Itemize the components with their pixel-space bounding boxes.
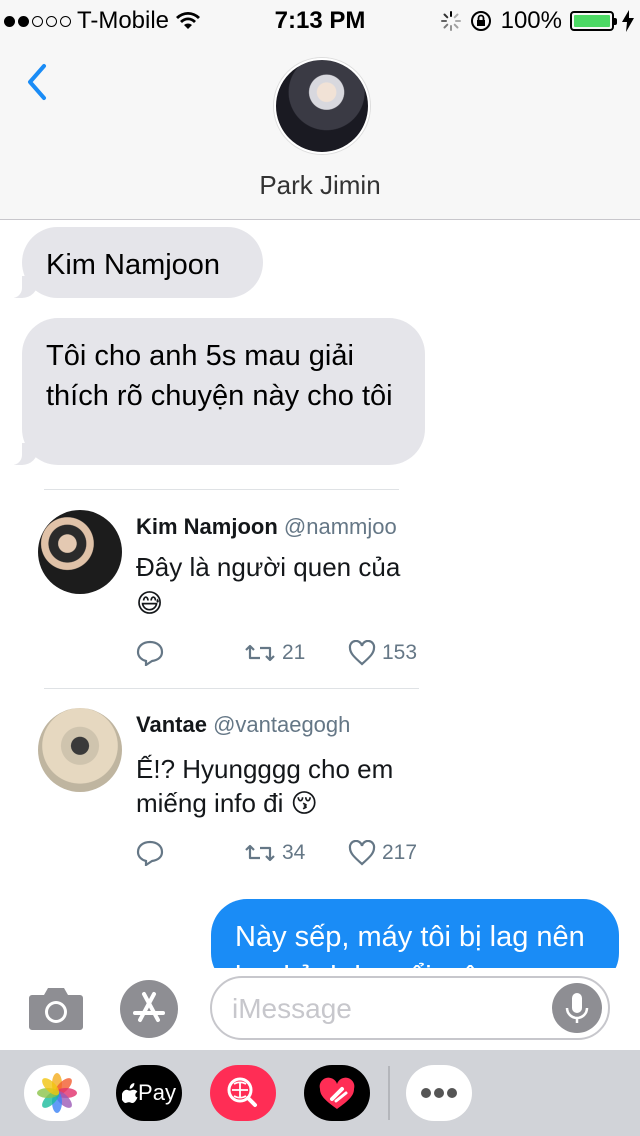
dictation-button[interactable] <box>552 983 602 1033</box>
imessage-app-drawer: Pay <box>0 1050 640 1136</box>
battery-icon <box>570 11 617 31</box>
tweet-text-line: Ế!? Hyungggg cho em <box>136 752 420 786</box>
more-icon <box>421 1088 457 1098</box>
like-button[interactable]: 217 <box>348 840 417 866</box>
apple-pay-button[interactable]: Pay <box>116 1065 182 1121</box>
reply-icon <box>136 840 164 866</box>
drawer-separator <box>388 1066 390 1120</box>
message-field[interactable] <box>210 976 610 1040</box>
apple-icon <box>122 1083 138 1103</box>
tweet-author-name: Vantae <box>136 712 207 737</box>
images-search-icon <box>227 1077 257 1107</box>
reply-button[interactable] <box>136 840 244 866</box>
chevron-left-icon <box>28 64 46 100</box>
received-message-bubble[interactable]: Tôi cho anh 5s mau giải thích rõ chuyện … <box>8 318 425 465</box>
camera-icon <box>29 988 83 1030</box>
digital-touch-icon <box>319 1077 355 1109</box>
digital-touch-app-button[interactable] <box>304 1065 370 1121</box>
message-text: Kim Namjoon <box>46 249 221 281</box>
reply-button[interactable] <box>136 640 244 666</box>
retweet-icon <box>245 844 275 862</box>
like-button[interactable]: 153 <box>348 640 417 666</box>
photos-app-button[interactable] <box>24 1065 90 1121</box>
tweet-header: Vantae @vantaegogh <box>136 712 420 738</box>
tweet-emoji: 😚 <box>290 788 318 818</box>
heart-icon <box>348 640 376 666</box>
reply-icon <box>136 640 164 666</box>
tweet-avatar[interactable] <box>38 708 122 792</box>
tweet-text-line: miếng info đi 😚 <box>136 786 420 820</box>
retweet-icon <box>245 644 275 662</box>
heart-icon <box>348 840 376 866</box>
divider <box>44 489 399 490</box>
more-apps-button[interactable] <box>406 1065 472 1121</box>
compose-bar <box>0 968 640 1050</box>
like-count: 153 <box>382 641 418 664</box>
retweet-count: 34 <box>282 841 306 864</box>
divider <box>44 688 419 689</box>
received-message-bubble[interactable]: Kim Namjoon <box>8 227 263 298</box>
tweet-header: Kim Namjoon @nammjoo <box>136 514 420 540</box>
retweet-count: 21 <box>282 641 306 664</box>
tweet-text: miếng info đi <box>136 788 284 818</box>
tweet-actions: 21 153 <box>136 640 420 666</box>
tweet-emoji-line: 😅 <box>136 586 420 620</box>
back-button[interactable] <box>22 62 52 107</box>
message-text: Tôi cho anh 5s mau giải thích rõ chuyện … <box>46 340 393 412</box>
photos-icon <box>37 1073 77 1113</box>
like-count: 217 <box>382 841 418 864</box>
charging-bolt-icon <box>622 10 634 32</box>
tweet-text: Đây là người quen của <box>136 550 420 584</box>
tweet-avatar[interactable] <box>38 510 122 594</box>
tweet-card[interactable]: Kim Namjoon @nammjoo Đây là người quen c… <box>38 510 420 675</box>
rotation-lock-icon <box>470 11 491 31</box>
app-store-button[interactable] <box>120 980 178 1038</box>
tweet-text-line: Đây là người quen của <box>136 552 401 582</box>
imessage-input[interactable] <box>230 990 554 1028</box>
status-bar: T-Mobile 7:13 PM 100% <box>0 0 640 40</box>
status-right: 100% <box>440 7 634 35</box>
apple-pay-label: Pay <box>138 1080 176 1105</box>
activity-spinner-icon <box>440 11 461 31</box>
tweet-author-name: Kim Namjoon <box>136 514 278 539</box>
retweet-button[interactable]: 21 <box>244 641 348 665</box>
battery-percentage: 100% <box>500 7 562 34</box>
camera-button[interactable] <box>28 985 84 1036</box>
microphone-icon <box>565 993 589 1023</box>
tweet-author-handle: @nammjoo <box>283 514 397 539</box>
contact-avatar[interactable] <box>274 58 370 154</box>
contact-name[interactable]: Park Jimin <box>0 170 640 201</box>
tweet-text: Ế!? Hyungggg cho em <box>136 754 394 784</box>
tweet-author-handle: @vantaegogh <box>213 712 351 737</box>
app-store-icon <box>133 992 165 1022</box>
retweet-button[interactable]: 34 <box>244 841 348 865</box>
images-app-button[interactable] <box>210 1065 276 1121</box>
tweet-card[interactable]: Vantae @vantaegogh Ế!? Hyungggg cho em m… <box>38 708 420 878</box>
tweet-actions: 34 217 <box>136 840 420 866</box>
conversation-header: Park Jimin <box>0 40 640 220</box>
tweet-emoji: 😅 <box>136 588 164 618</box>
